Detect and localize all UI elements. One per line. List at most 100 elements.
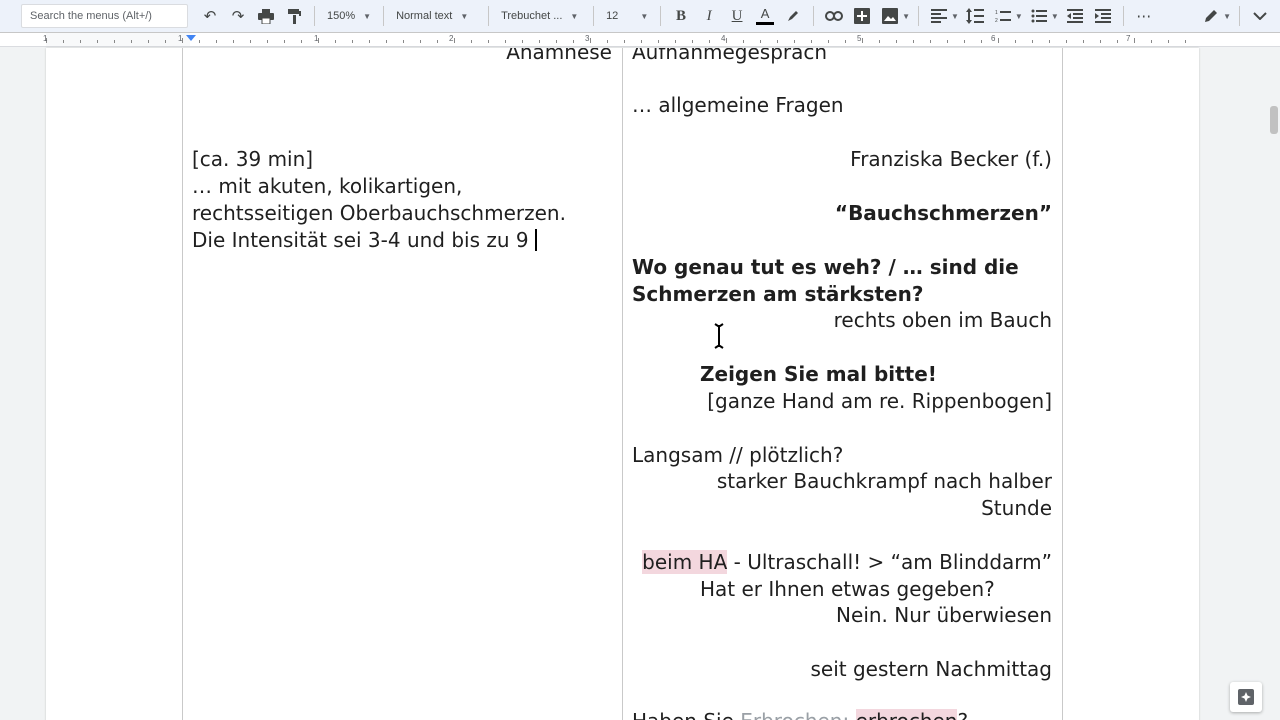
style-value: Normal text	[396, 10, 453, 22]
table-border-left	[182, 48, 183, 720]
zoom-select[interactable]: 150% ▼	[321, 4, 377, 28]
ruler-tick	[896, 40, 897, 43]
ruler-tick	[760, 40, 761, 43]
paint-format-icon[interactable]	[282, 4, 306, 28]
duration-note[interactable]: [ca. 39 min]	[192, 146, 313, 173]
bulleted-list-icon[interactable]	[1027, 4, 1051, 28]
ruler-tick	[1066, 40, 1067, 43]
style-select[interactable]: Normal text ▼	[390, 4, 482, 28]
ruler-tick	[97, 40, 98, 43]
question-line[interactable]: Schmerzen am stärksten?	[632, 281, 923, 308]
divider	[813, 6, 815, 26]
ruler-number: 4	[721, 34, 726, 43]
answer-line[interactable]: Stunde	[981, 495, 1052, 522]
redo-icon[interactable]: ↷	[226, 4, 250, 28]
italic-button[interactable]: I	[697, 4, 721, 28]
font-size-select[interactable]: 12 ▼	[600, 4, 654, 28]
table-border-right	[1062, 48, 1063, 720]
left-text-line[interactable]: rechtsseitigen Oberbauchschmerzen.	[192, 200, 566, 227]
align-left-icon[interactable]	[927, 4, 951, 28]
highlight-pen-icon[interactable]	[781, 4, 805, 28]
ruler-tick	[607, 40, 608, 43]
ruler-tick	[199, 40, 200, 43]
chevron-down-icon[interactable]: ▼	[1051, 12, 1059, 21]
left-text-line[interactable]: … mit akuten, kolikartigen,	[192, 173, 462, 200]
explore-icon	[1238, 689, 1254, 705]
chevron-down-icon[interactable]: ▼	[951, 12, 959, 21]
answer-line[interactable]: rechts oben im Bauch	[834, 307, 1052, 334]
ruler[interactable]: 1 1 1 2 3 4 5 6 7	[0, 33, 1280, 47]
font-select[interactable]: Trebuchet ... ▼	[495, 4, 587, 28]
divider	[1239, 6, 1240, 26]
ruler-tick	[539, 40, 540, 43]
chevron-down-icon[interactable]: ▼	[902, 12, 910, 21]
underline-button[interactable]: U	[725, 4, 749, 28]
divider	[314, 6, 315, 26]
text-color-bar	[756, 21, 775, 25]
right-column-header[interactable]: Aufnahmegespräch	[632, 48, 827, 66]
question-line[interactable]: Wo genau tut es weh? / … sind die	[632, 254, 1019, 281]
collapse-menus-chevron-icon[interactable]	[1248, 4, 1272, 28]
link-icon[interactable]	[822, 4, 846, 28]
scrollbar-thumb[interactable]	[1270, 106, 1278, 134]
indent-marker[interactable]	[186, 35, 196, 41]
line-spacing-icon[interactable]	[963, 4, 987, 28]
ruler-tick	[590, 38, 591, 43]
left-column-header[interactable]: Anamnese	[506, 48, 612, 66]
ruler-tick	[488, 40, 489, 43]
ruler-tick	[1100, 40, 1101, 43]
ruler-number: 1	[178, 34, 183, 43]
editing-mode-pencil-icon[interactable]	[1199, 4, 1223, 28]
undo-icon[interactable]: ↶	[198, 4, 222, 28]
chevron-down-icon[interactable]: ▼	[1223, 12, 1231, 21]
insert-image-icon[interactable]	[878, 4, 902, 28]
search-menus-input[interactable]: Search the menus (Alt+/)	[21, 4, 188, 28]
question-line[interactable]: Haben Sie Erbrochen; erbrochen?	[632, 708, 968, 720]
answer-line[interactable]: [ganze Hand am re. Rippenbogen]	[707, 388, 1052, 415]
text-cursor-icon	[714, 323, 724, 349]
document-page[interactable]: Anamnese [ca. 39 min] … mit akuten, koli…	[46, 48, 1199, 720]
left-text-line[interactable]: Die Intensität sei 3-4 und bis zu 9	[192, 227, 537, 254]
font-size-value: 12	[606, 10, 619, 22]
vertical-scrollbar[interactable]	[1265, 48, 1280, 720]
more-options-icon[interactable]: ⋯	[1132, 4, 1156, 28]
increase-indent-icon[interactable]	[1091, 4, 1115, 28]
ruler-tick	[471, 40, 472, 43]
answer-line[interactable]: starker Bauchkrampf nach halber	[717, 468, 1052, 495]
chevron-down-icon: ▼	[570, 11, 579, 21]
print-icon[interactable]	[254, 4, 278, 28]
decrease-indent-icon[interactable]	[1063, 4, 1087, 28]
explore-button[interactable]	[1230, 682, 1262, 712]
ruler-tick	[454, 38, 455, 43]
answer-line[interactable]: Nein. Nur überwiesen	[836, 602, 1052, 629]
ruler-number: 6	[991, 34, 996, 43]
question-line[interactable]: Langsam // plötzlich?	[632, 442, 843, 469]
patient-name[interactable]: Franziska Becker (f.)	[850, 146, 1052, 173]
insert-comment-icon[interactable]	[850, 4, 874, 28]
ruler-tick	[1083, 40, 1084, 43]
ruler-tick	[675, 40, 676, 43]
chevron-down-icon[interactable]: ▼	[1015, 12, 1023, 21]
highlighted-text: erbrochen	[855, 709, 958, 720]
question-line[interactable]: Hat er Ihnen etwas gegeben?	[700, 576, 995, 603]
table-border-middle	[622, 48, 623, 720]
ha-line[interactable]: beim HA - Ultraschall! > “am Blinddarm”	[642, 549, 1052, 576]
ruler-tick	[845, 40, 846, 43]
ruler-tick	[437, 40, 438, 43]
answer-line[interactable]: seit gestern Nachmittag	[810, 656, 1052, 683]
text-color-button[interactable]: A	[753, 4, 777, 28]
chevron-down-icon: ▼	[460, 11, 469, 21]
bold-button[interactable]: B	[669, 4, 693, 28]
ruler-tick	[250, 40, 251, 43]
font-value: Trebuchet ...	[501, 10, 563, 22]
general-questions[interactable]: … allgemeine Fragen	[632, 92, 844, 119]
question-line[interactable]: Zeigen Sie mal bitte!	[700, 361, 937, 388]
ruler-tick	[1185, 40, 1186, 43]
topic-title[interactable]: “Bauchschmerzen”	[835, 200, 1052, 227]
numbered-list-icon[interactable]: 12	[991, 4, 1015, 28]
ruler-tick	[794, 40, 795, 43]
ruler-tick	[1015, 40, 1016, 43]
ruler-tick	[284, 40, 285, 43]
ruler-tick	[624, 40, 625, 43]
ruler-tick	[114, 40, 115, 43]
